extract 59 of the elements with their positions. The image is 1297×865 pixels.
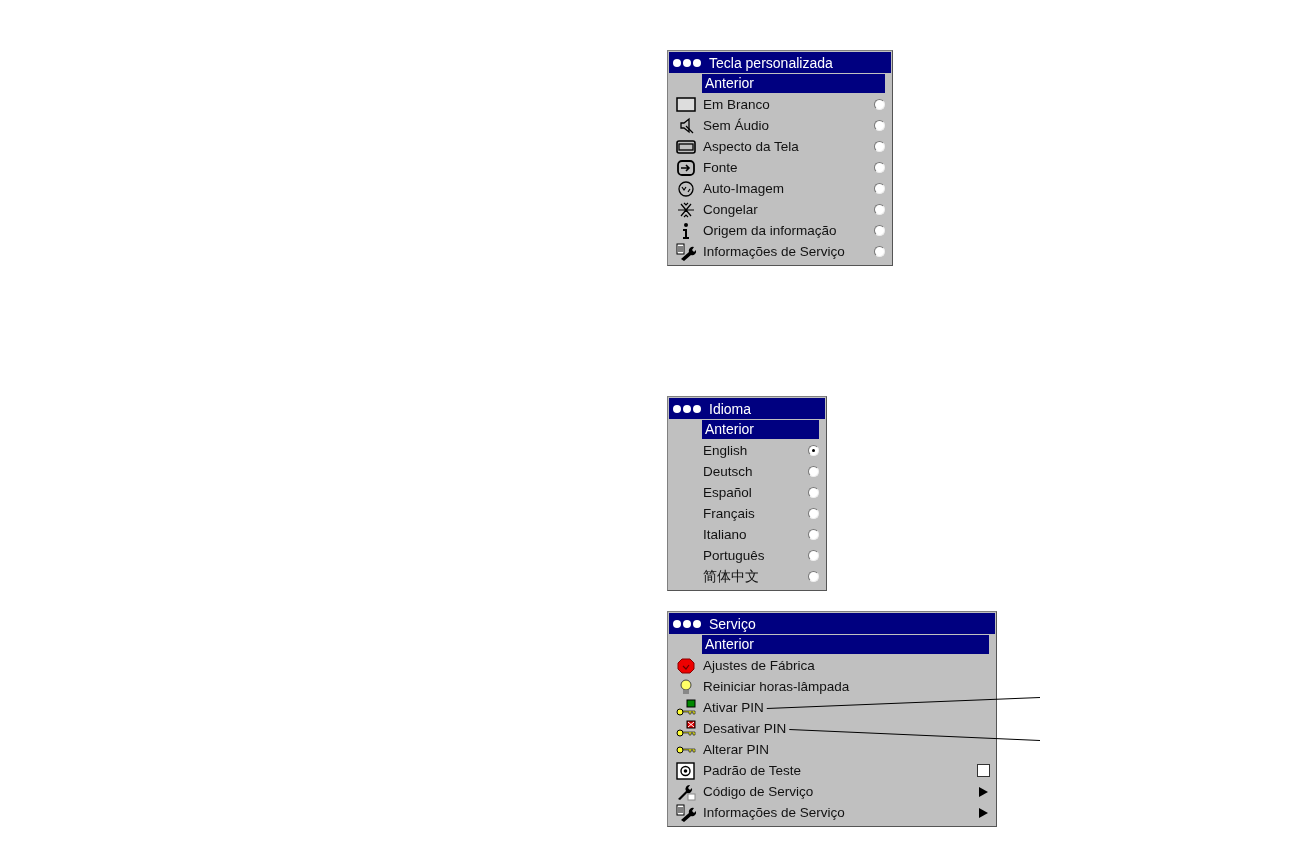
back-item[interactable]: Anterior (702, 420, 819, 439)
stop-sign-icon (676, 656, 696, 675)
radio-button[interactable] (873, 204, 885, 215)
menu-item[interactable]: Deutsch (703, 464, 753, 479)
menu-item[interactable]: Español (703, 485, 752, 500)
menu-title: Tecla personalizada (709, 54, 833, 71)
menu-item[interactable]: Alterar PIN (703, 742, 770, 757)
radio-button[interactable] (807, 571, 819, 582)
snowflake-icon (676, 200, 696, 219)
test-pattern-icon (676, 761, 696, 780)
menu-item[interactable]: Origem da informação (703, 223, 837, 238)
radio-button[interactable] (807, 466, 819, 477)
wrench-icon (676, 803, 696, 822)
menu-item[interactable]: Fonte (703, 160, 738, 175)
blank-screen-icon (676, 95, 696, 114)
submenu-arrow-icon (978, 807, 988, 818)
radio-button[interactable] (873, 162, 885, 173)
source-icon (676, 158, 696, 177)
back-item[interactable]: Anterior (702, 635, 989, 654)
radio-button[interactable] (807, 529, 819, 540)
menu-title: Serviço (709, 615, 756, 632)
wrench-icon (676, 242, 696, 261)
menu-item[interactable]: Congelar (703, 202, 758, 217)
key-icon (676, 698, 696, 717)
checkbox[interactable] (976, 764, 990, 777)
menu-item[interactable]: Desativar PIN (703, 721, 787, 736)
menu-item[interactable]: Código de Serviço (703, 784, 814, 799)
radio-button[interactable] (807, 508, 819, 519)
menu-item[interactable]: Reiniciar horas-lâmpada (703, 679, 850, 694)
menu-item[interactable]: Informações de Serviço (703, 805, 845, 820)
radio-button[interactable] (873, 246, 885, 257)
menu-item[interactable]: Sem Áudio (703, 118, 770, 133)
menu-item[interactable]: Français (703, 506, 755, 521)
menu-item[interactable]: Aspecto da Tela (703, 139, 799, 154)
menu-item[interactable]: 简体中文 (703, 567, 759, 586)
menu-item[interactable]: English (703, 443, 748, 458)
radio-button[interactable] (807, 550, 819, 561)
menu-item[interactable]: Ativar PIN (703, 700, 764, 715)
radio-button[interactable] (807, 487, 819, 498)
screen-aspect-icon (676, 137, 696, 156)
menu-item[interactable]: Padrão de Teste (703, 763, 802, 778)
auto-image-icon (676, 179, 696, 198)
menu-item[interactable]: Em Branco (703, 97, 770, 112)
wrench-icon (676, 782, 696, 801)
menu-item[interactable]: Informações de Serviço (703, 244, 845, 259)
menu-title: Idioma (709, 400, 752, 417)
menu-item[interactable]: Ajustes de Fábrica (703, 658, 815, 673)
radio-button[interactable] (873, 183, 885, 194)
radio-button[interactable] (807, 445, 819, 456)
back-item[interactable]: Anterior (702, 74, 885, 93)
radio-button[interactable] (873, 225, 885, 236)
menu-item[interactable]: Italiano (703, 527, 747, 542)
menu-item[interactable]: Auto-Imagem (703, 181, 785, 196)
radio-button[interactable] (873, 141, 885, 152)
menu-item[interactable]: Português (703, 548, 765, 563)
submenu-arrow-icon (978, 786, 988, 797)
radio-button[interactable] (873, 120, 885, 131)
key-icon (676, 719, 696, 738)
radio-button[interactable] (873, 99, 885, 110)
